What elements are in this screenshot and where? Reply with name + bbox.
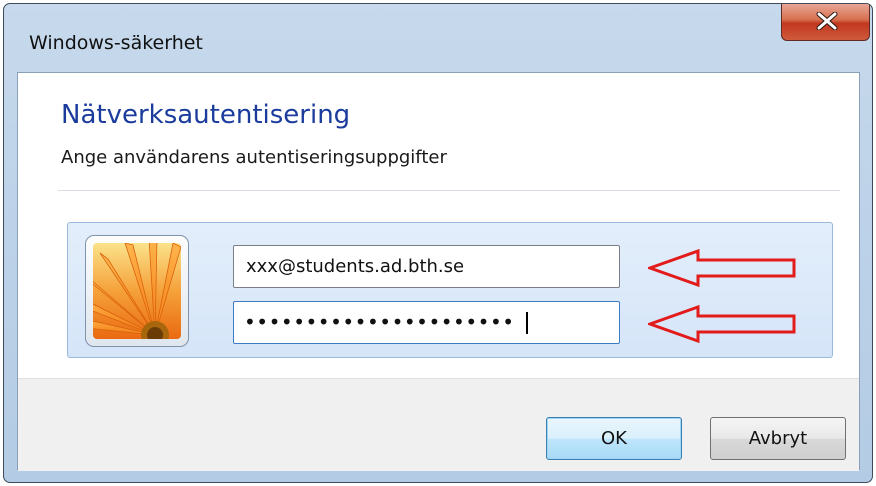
close-icon [816, 12, 838, 30]
ok-button[interactable]: OK [546, 417, 682, 460]
title-bar[interactable]: Windows-säkerhet [4, 4, 872, 72]
dialog-heading: Nätverksautentisering [61, 100, 351, 130]
username-field[interactable] [233, 245, 620, 288]
password-dots: •••••••••••••••••••••• [244, 310, 515, 334]
red-left-arrow-icon [648, 304, 796, 344]
button-bar: OK Avbryt [18, 378, 859, 471]
user-tile-flower-icon [93, 243, 181, 339]
dialog-content: Nätverksautentisering Ange användarens a… [17, 72, 860, 471]
security-dialog-window: Windows-säkerhet Nätverksautentisering A… [3, 3, 873, 483]
dialog-subheading: Ange användarens autentiseringsuppgifter [61, 147, 447, 168]
user-avatar [85, 235, 189, 347]
close-button[interactable] [781, 4, 870, 41]
red-left-arrow-icon [648, 248, 796, 288]
credential-tile[interactable]: •••••••••••••••••••••• [67, 222, 833, 358]
divider [58, 190, 840, 191]
text-caret [526, 312, 528, 334]
password-field[interactable]: •••••••••••••••••••••• [233, 301, 620, 344]
window-title: Windows-säkerhet [29, 32, 203, 54]
cancel-button[interactable]: Avbryt [710, 417, 846, 460]
